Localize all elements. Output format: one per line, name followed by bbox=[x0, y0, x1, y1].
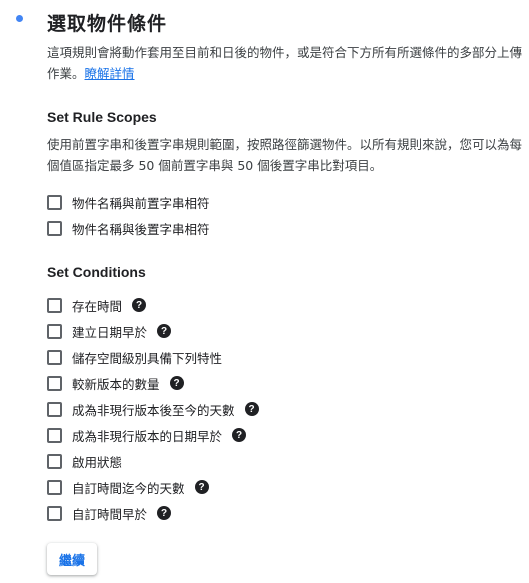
help-circle-icon[interactable]: ? bbox=[157, 324, 172, 338]
condition-5-label: 成為非現行版本後至今的天數 bbox=[72, 402, 235, 418]
condition-4-label: 較新版本的數量 bbox=[72, 376, 160, 392]
help-circle-icon[interactable]: ? bbox=[132, 298, 147, 312]
step-indicator-dot bbox=[16, 15, 23, 22]
page-title: 選取物件條件 bbox=[47, 13, 168, 35]
condition-7-label: 啟用狀態 bbox=[72, 454, 123, 470]
scope-2-checkbox[interactable] bbox=[47, 220, 62, 236]
condition-1-label: 存在時間 bbox=[72, 298, 123, 314]
condition-9-option[interactable]: 自訂時間早於? bbox=[47, 500, 522, 526]
condition-1-option[interactable]: 存在時間? bbox=[47, 292, 522, 318]
scope-1-option[interactable]: 物件名稱與前置字串相符 bbox=[47, 189, 522, 215]
condition-8-checkbox[interactable] bbox=[47, 479, 62, 495]
condition-5-option[interactable]: 成為非現行版本後至今的天數? bbox=[47, 396, 522, 422]
condition-8-option[interactable]: 自訂時間迄今的天數? bbox=[47, 474, 522, 500]
condition-6-option[interactable]: 成為非現行版本的日期早於? bbox=[47, 422, 522, 448]
scope-2-option[interactable]: 物件名稱與後置字串相符 bbox=[47, 215, 522, 241]
conditions-section-title: Set Conditions bbox=[47, 264, 146, 280]
conditions-checkbox-list: 存在時間? 建立日期早於? 儲存空間級別具備下列特性 較新版本的數量? 成為非現行版本後… bbox=[47, 292, 522, 526]
condition-3-label: 儲存空間級別具備下列特性 bbox=[72, 350, 223, 366]
condition-2-checkbox[interactable] bbox=[47, 323, 62, 339]
help-circle-icon[interactable]: ? bbox=[194, 480, 209, 494]
condition-1-checkbox[interactable] bbox=[47, 297, 62, 313]
condition-4-checkbox[interactable] bbox=[47, 375, 62, 391]
condition-2-label: 建立日期早於 bbox=[72, 324, 148, 340]
condition-2-option[interactable]: 建立日期早於? bbox=[47, 318, 522, 344]
condition-4-option[interactable]: 較新版本的數量? bbox=[47, 370, 522, 396]
scope-1-label: 物件名稱與前置字串相符 bbox=[72, 195, 210, 211]
condition-7-option[interactable]: 啟用狀態 bbox=[47, 448, 522, 474]
condition-9-checkbox[interactable] bbox=[47, 505, 62, 521]
condition-3-option[interactable]: 儲存空間級別具備下列特性 bbox=[47, 344, 522, 370]
scope-2-label: 物件名稱與後置字串相符 bbox=[72, 221, 210, 237]
condition-5-checkbox[interactable] bbox=[47, 401, 62, 417]
learn-more-link[interactable]: 瞭解詳情 bbox=[85, 66, 135, 81]
help-circle-icon[interactable]: ? bbox=[157, 506, 172, 520]
scopes-description: 使用前置字串和後置字串規則範圍，按照路徑篩選物件。以所有規則來說，您可以為每個值… bbox=[47, 137, 523, 173]
scope-1-checkbox[interactable] bbox=[47, 194, 62, 210]
scopes-section-title: Set Rule Scopes bbox=[47, 109, 157, 125]
help-circle-icon[interactable]: ? bbox=[244, 402, 259, 416]
condition-8-label: 自訂時間迄今的天數 bbox=[72, 480, 185, 496]
scopes-checkbox-list: 物件名稱與前置字串相符 物件名稱與後置字串相符 bbox=[47, 189, 522, 241]
condition-3-checkbox[interactable] bbox=[47, 349, 62, 365]
condition-9-label: 自訂時間早於 bbox=[72, 506, 148, 522]
condition-7-checkbox[interactable] bbox=[47, 453, 62, 469]
rule-conditions-panel: 選取物件條件 這項規則會將動作套用至目前和日後的物件，或是符合下方所有所選條件的… bbox=[47, 0, 522, 526]
help-circle-icon[interactable]: ? bbox=[169, 376, 184, 390]
page-description: 這項規則會將動作套用至目前和日後的物件，或是符合下方所有所選條件的多部分上傳作業… bbox=[47, 42, 522, 84]
help-circle-icon[interactable]: ? bbox=[232, 428, 247, 442]
continue-button[interactable]: 繼續 bbox=[47, 543, 97, 575]
condition-6-label: 成為非現行版本的日期早於 bbox=[72, 428, 223, 444]
condition-6-checkbox[interactable] bbox=[47, 427, 62, 443]
